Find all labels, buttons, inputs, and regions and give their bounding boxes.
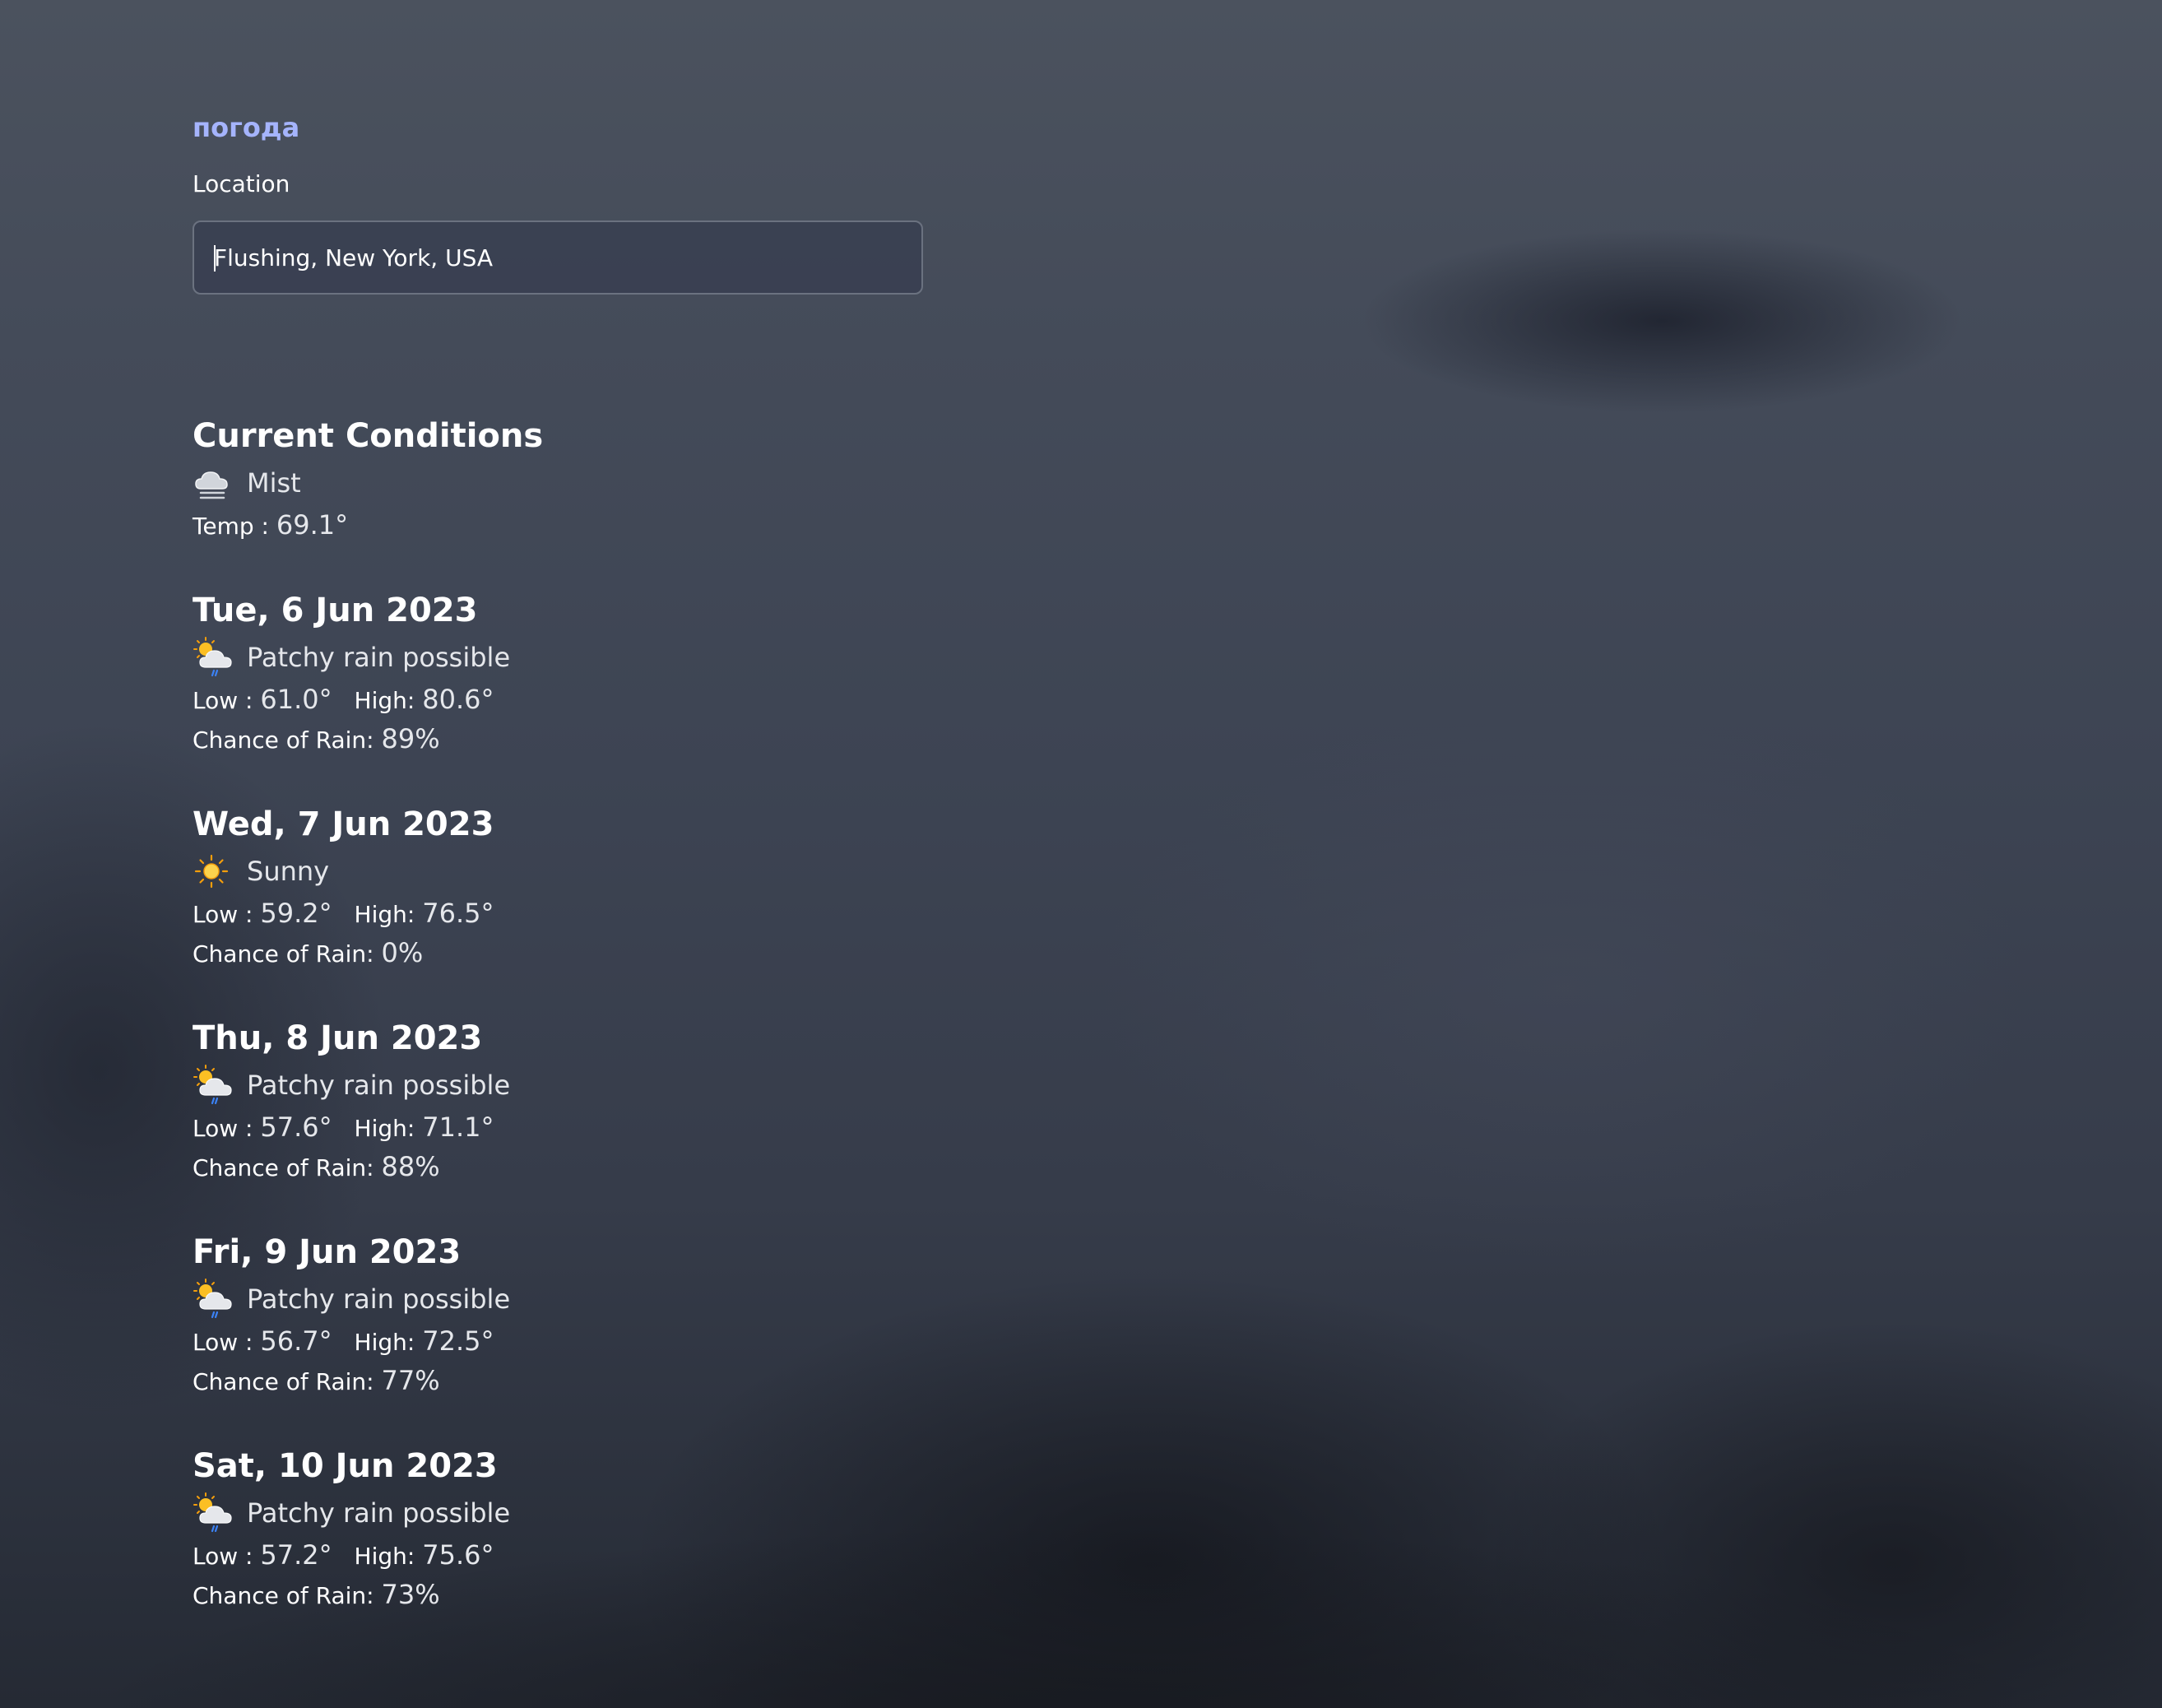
forecast-day: Wed, 7 Jun 2023 Sunny Low : 59.2° High: bbox=[193, 801, 933, 972]
low-value: 57.6° bbox=[260, 1112, 332, 1143]
forecast-temps: Low : 59.2° High: 76.5° bbox=[193, 893, 933, 933]
low-label: Low : bbox=[193, 1543, 253, 1570]
mist-cloud-icon bbox=[193, 461, 239, 505]
high-value: 76.5° bbox=[422, 898, 494, 929]
forecast-temps: Low : 57.6° High: 71.1° bbox=[193, 1107, 933, 1147]
rain-label: Chance of Rain: bbox=[193, 1582, 374, 1609]
high-label: High: bbox=[354, 687, 415, 714]
rain-value: 0% bbox=[381, 937, 424, 968]
forecast-date: Sat, 10 Jun 2023 bbox=[193, 1447, 498, 1485]
text-caret bbox=[214, 245, 216, 272]
forecast-condition-text: Patchy rain possible bbox=[247, 1070, 511, 1101]
forecast-day: Tue, 6 Jun 2023 Patchy rain possible Low… bbox=[193, 587, 933, 759]
forecast-day: Thu, 8 Jun 2023 Patchy rain possible Low… bbox=[193, 1015, 933, 1186]
location-label: Location bbox=[193, 170, 290, 197]
rain-value: 73% bbox=[381, 1579, 440, 1610]
temp-value: 69.1° bbox=[276, 509, 349, 541]
forecast-date: Thu, 8 Jun 2023 bbox=[193, 1019, 483, 1057]
forecast-rain: Chance of Rain: 89% bbox=[193, 719, 933, 759]
high-label: High: bbox=[354, 1115, 415, 1142]
weather-app: погода Location Current Conditions Mist … bbox=[193, 109, 933, 1610]
low-label: Low : bbox=[193, 1329, 253, 1356]
low-label: Low : bbox=[193, 1115, 253, 1142]
sun-icon bbox=[193, 849, 239, 893]
rain-label: Chance of Rain: bbox=[193, 940, 374, 968]
forecast-rain: Chance of Rain: 73% bbox=[193, 1575, 933, 1614]
forecast-condition-text: Patchy rain possible bbox=[247, 1283, 511, 1315]
patchy-rain-icon bbox=[193, 1491, 239, 1535]
patchy-rain-icon bbox=[193, 1063, 239, 1107]
low-value: 61.0° bbox=[260, 684, 332, 715]
forecast-date: Fri, 9 Jun 2023 bbox=[193, 1233, 462, 1271]
forecast-temps: Low : 57.2° High: 75.6° bbox=[193, 1535, 933, 1575]
forecast-condition-text: Sunny bbox=[247, 856, 330, 887]
forecast-condition-row: Patchy rain possible bbox=[193, 1277, 933, 1321]
high-value: 72.5° bbox=[422, 1325, 494, 1357]
forecast-condition-text: Patchy rain possible bbox=[247, 1497, 511, 1529]
forecast-rain: Chance of Rain: 88% bbox=[193, 1147, 933, 1186]
rain-value: 88% bbox=[381, 1151, 440, 1182]
current-condition-row: Mist bbox=[193, 461, 933, 505]
forecast-rain: Chance of Rain: 0% bbox=[193, 933, 933, 972]
forecast-day: Sat, 10 Jun 2023 Patchy rain possible Lo… bbox=[193, 1443, 933, 1614]
high-label: High: bbox=[354, 1329, 415, 1356]
forecast-temps: Low : 61.0° High: 80.6° bbox=[193, 680, 933, 719]
location-input[interactable] bbox=[214, 222, 905, 293]
rain-label: Chance of Rain: bbox=[193, 1368, 374, 1395]
high-label: High: bbox=[354, 901, 415, 928]
forecast-condition-text: Patchy rain possible bbox=[247, 642, 511, 673]
low-value: 57.2° bbox=[260, 1539, 332, 1571]
rain-label: Chance of Rain: bbox=[193, 726, 374, 754]
forecast-rain: Chance of Rain: 77% bbox=[193, 1361, 933, 1400]
patchy-rain-icon bbox=[193, 1277, 239, 1321]
high-value: 75.6° bbox=[422, 1539, 494, 1571]
forecast-condition-row: Sunny bbox=[193, 849, 933, 893]
high-value: 71.1° bbox=[422, 1112, 494, 1143]
forecast-temps: Low : 56.7° High: 72.5° bbox=[193, 1321, 933, 1361]
rain-value: 89% bbox=[381, 723, 440, 754]
forecast-condition-row: Patchy rain possible bbox=[193, 1063, 933, 1107]
forecast-date: Wed, 7 Jun 2023 bbox=[193, 805, 494, 843]
location-field[interactable] bbox=[193, 220, 923, 295]
high-label: High: bbox=[354, 1543, 415, 1570]
current-condition-text: Mist bbox=[247, 467, 301, 499]
low-label: Low : bbox=[193, 901, 253, 928]
rain-value: 77% bbox=[381, 1365, 440, 1396]
forecast-condition-row: Patchy rain possible bbox=[193, 1491, 933, 1535]
temp-label: Temp : bbox=[193, 513, 269, 540]
current-conditions: Current Conditions Mist Temp : 69.1° bbox=[193, 413, 933, 545]
current-conditions-heading: Current Conditions bbox=[193, 417, 544, 455]
high-value: 80.6° bbox=[422, 684, 494, 715]
forecast-condition-row: Patchy rain possible bbox=[193, 635, 933, 680]
forecast-date: Tue, 6 Jun 2023 bbox=[193, 592, 478, 629]
app-brand: погода bbox=[193, 112, 300, 143]
forecast-day: Fri, 9 Jun 2023 Patchy rain possible Low… bbox=[193, 1229, 933, 1400]
low-value: 59.2° bbox=[260, 898, 332, 929]
patchy-rain-icon bbox=[193, 635, 239, 680]
low-label: Low : bbox=[193, 687, 253, 714]
low-value: 56.7° bbox=[260, 1325, 332, 1357]
rain-label: Chance of Rain: bbox=[193, 1154, 374, 1181]
current-temp: Temp : 69.1° bbox=[193, 505, 933, 545]
